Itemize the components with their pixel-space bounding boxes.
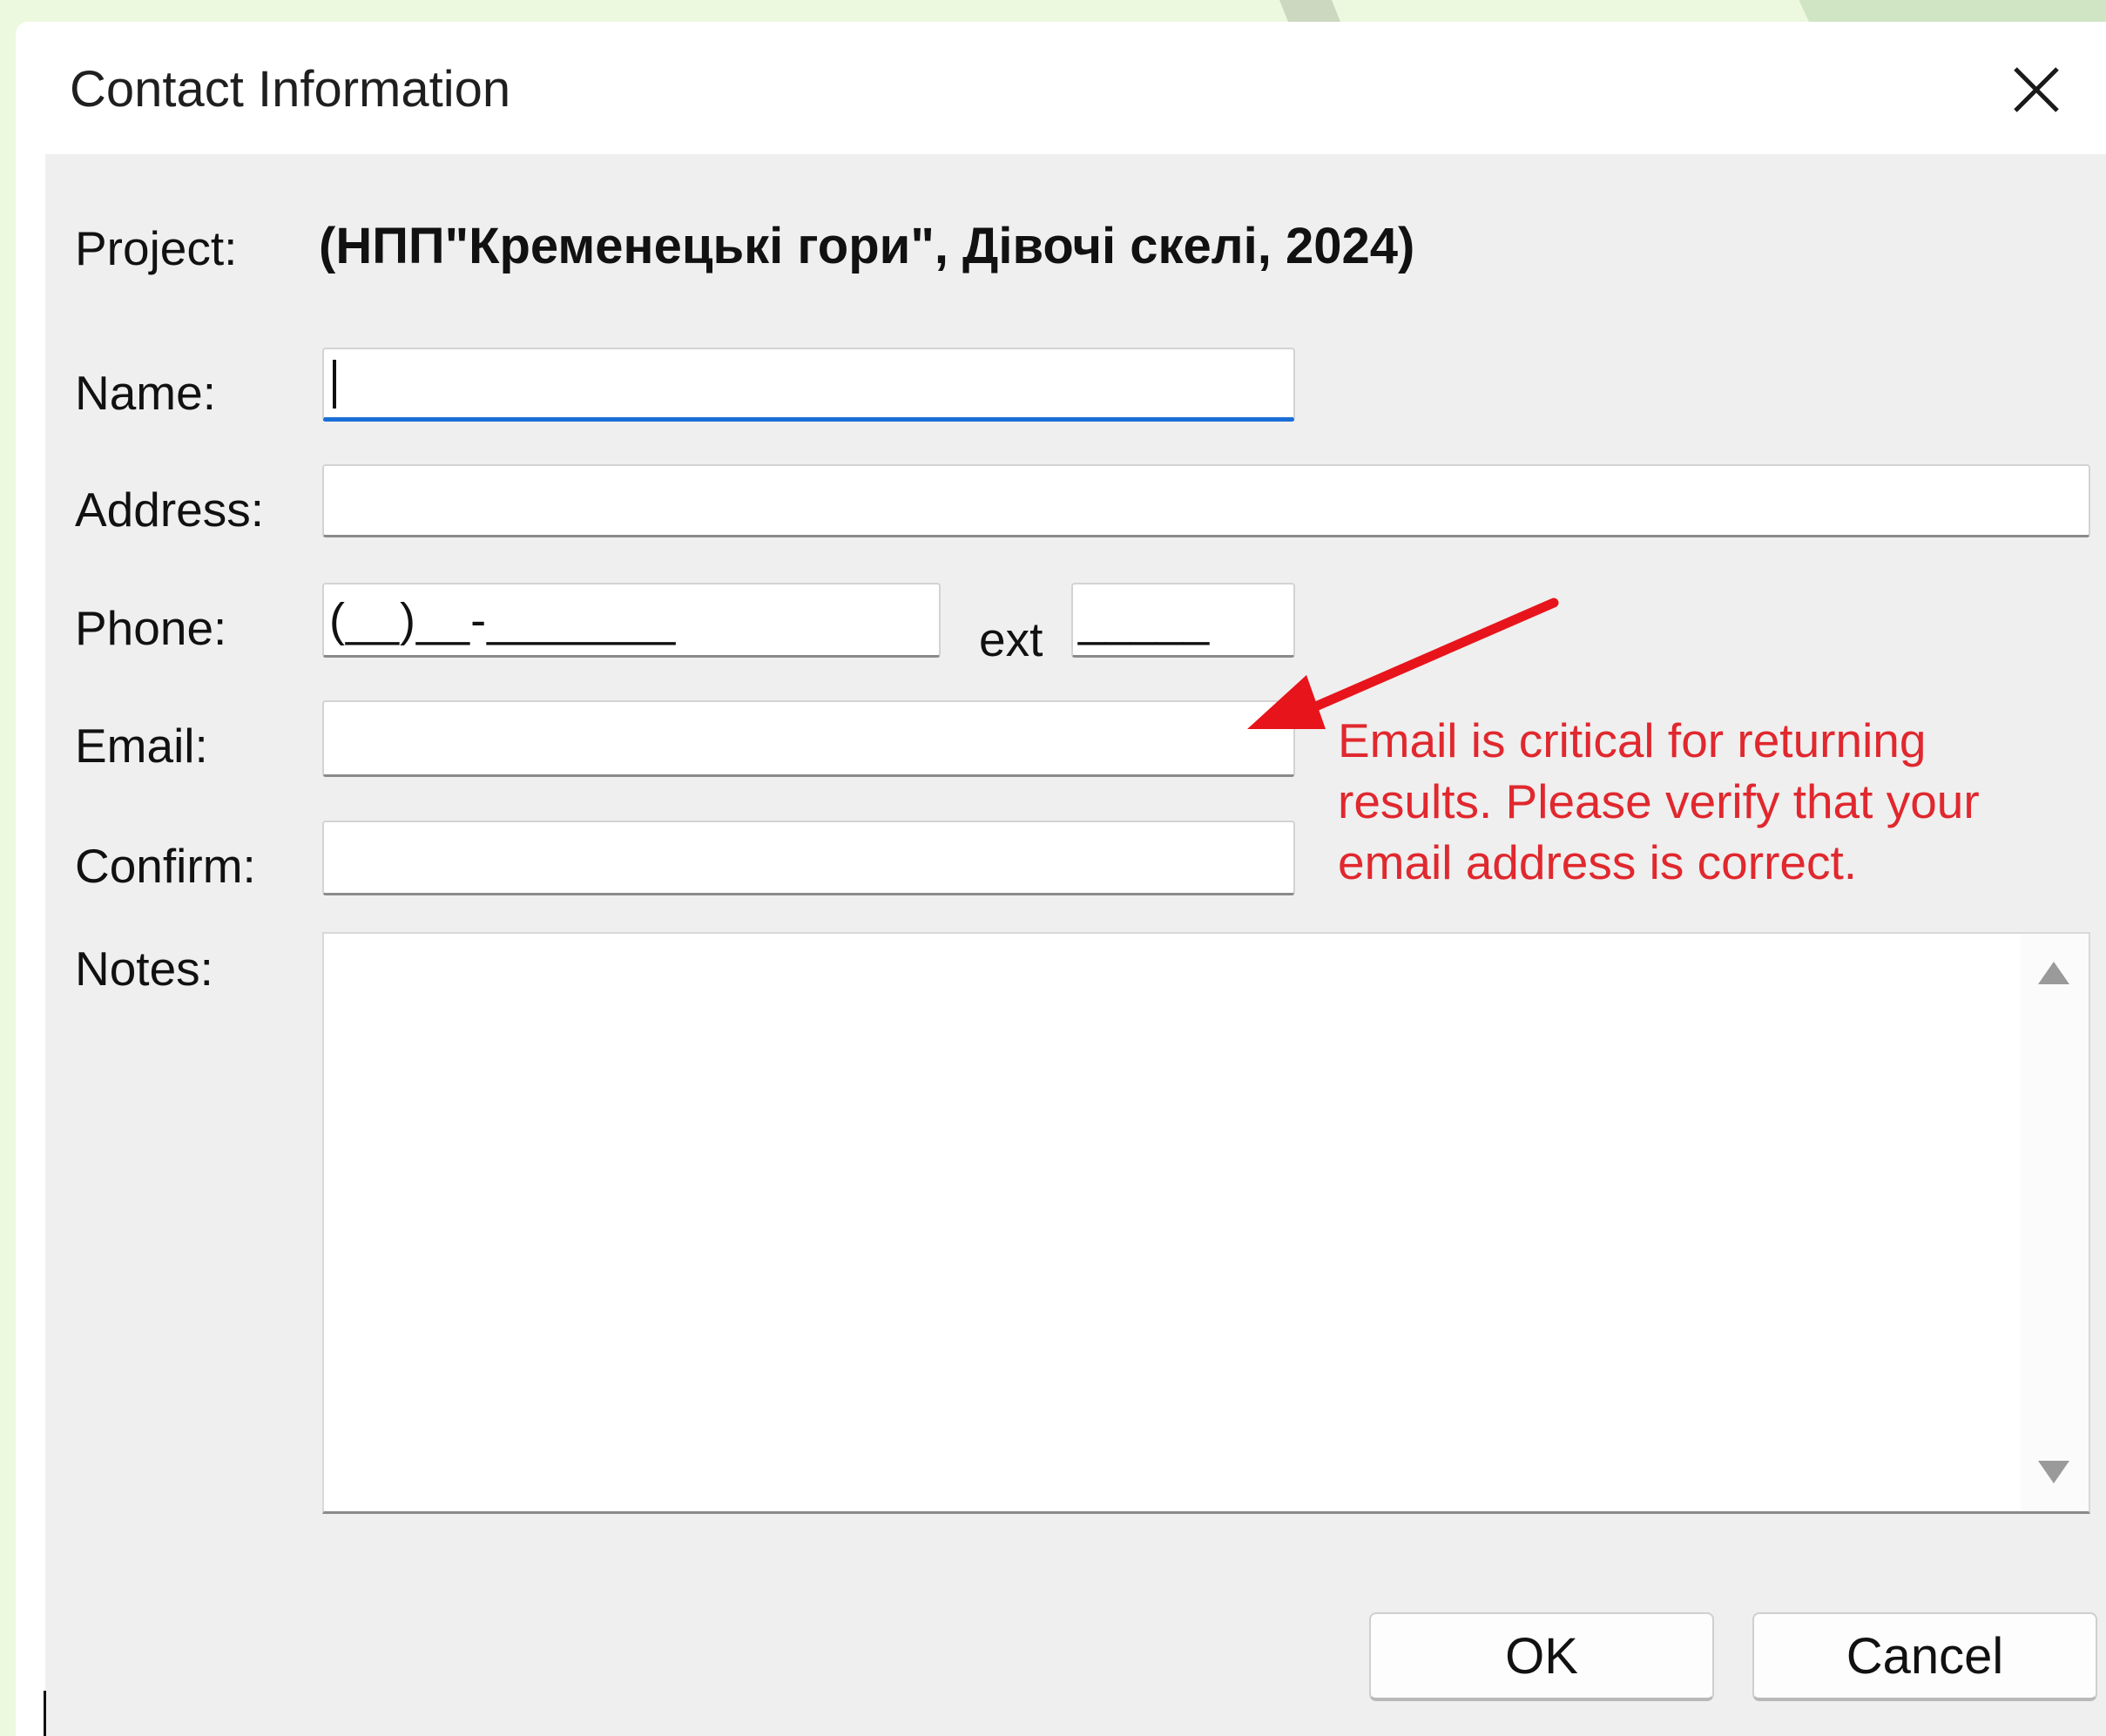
ext-mask: _____	[1078, 594, 1210, 646]
notes-scrollbar[interactable]	[2021, 934, 2089, 1511]
ok-button[interactable]: OK	[1369, 1612, 1714, 1701]
phone-mask: (__)__-_______	[329, 594, 677, 646]
confirm-email-field[interactable]	[322, 821, 1295, 895]
project-label: Project:	[75, 221, 238, 275]
form-area: Project: (НПП"Кременецькі гори", Дівочі …	[45, 154, 2106, 1736]
contact-information-dialog: Contact Information Project: (НПП"Кремен…	[16, 22, 2106, 1736]
project-value: (НПП"Кременецькі гори", Дівочі скелі, 20…	[319, 218, 1415, 274]
title-bar: Contact Information	[16, 22, 2106, 154]
email-field[interactable]	[322, 700, 1295, 777]
address-label: Address:	[75, 483, 265, 537]
cancel-button[interactable]: Cancel	[1752, 1612, 2097, 1701]
dialog-title: Contact Information	[70, 61, 511, 118]
text-cursor-mark	[44, 1691, 46, 1736]
phone-label: Phone:	[75, 601, 227, 655]
close-icon	[2014, 67, 2059, 112]
ext-label: ext	[979, 612, 1043, 666]
address-field[interactable]	[322, 464, 2090, 537]
scroll-up-arrow-icon[interactable]	[2038, 962, 2069, 984]
phone-field[interactable]: (__)__-_______	[322, 583, 941, 658]
name-field[interactable]	[322, 348, 1295, 422]
text-caret	[333, 360, 336, 409]
notes-textarea[interactable]	[322, 932, 2090, 1514]
name-label: Name:	[75, 366, 216, 420]
notes-label: Notes:	[75, 942, 213, 996]
scroll-down-arrow-icon[interactable]	[2038, 1461, 2069, 1483]
email-label: Email:	[75, 719, 208, 773]
email-warning-annotation: Email is critical for returning results.…	[1338, 713, 1980, 889]
ext-field[interactable]: _____	[1071, 583, 1295, 658]
confirm-label: Confirm:	[75, 839, 256, 893]
close-button[interactable]	[2001, 55, 2071, 125]
